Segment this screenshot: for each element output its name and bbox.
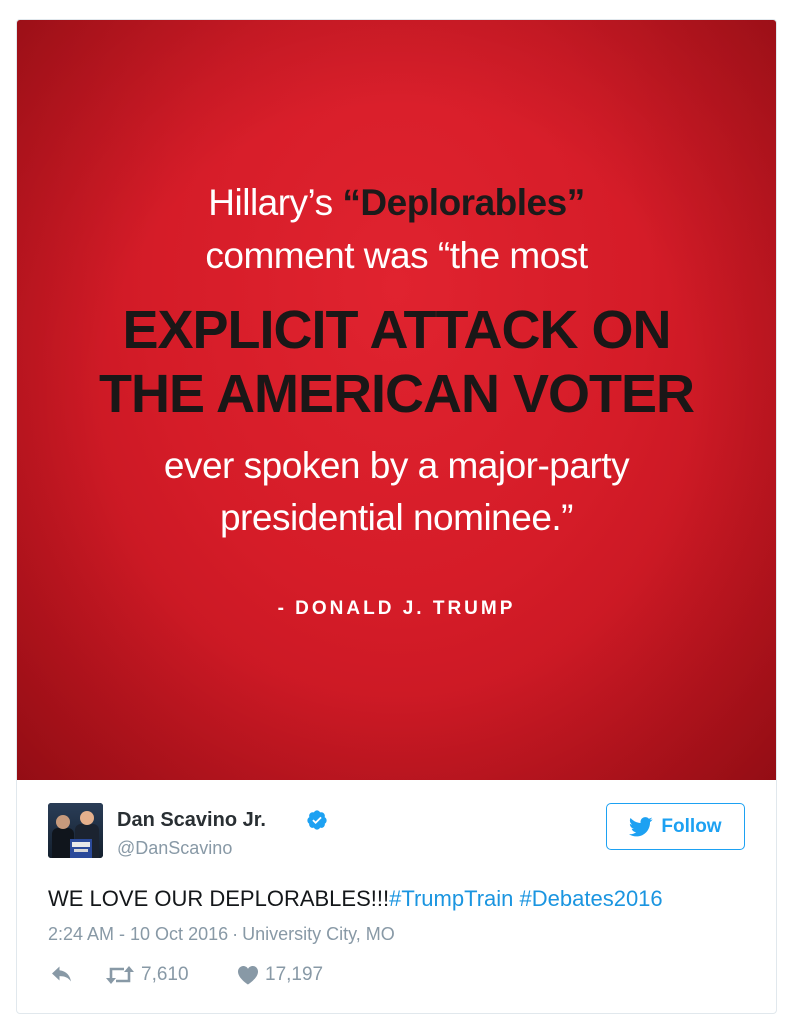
tweet-meta: 2:24 AM - 10 Oct 2016 · University City, M… xyxy=(48,924,395,945)
location[interactable]: University City, MO xyxy=(242,924,395,944)
reply-button[interactable] xyxy=(50,964,74,984)
quote-line-5: ever spoken by a major-party xyxy=(163,445,630,486)
retweet-button[interactable]: 7,610 xyxy=(105,964,189,986)
like-count: 17,197 xyxy=(265,964,324,985)
follow-button[interactable]: Follow xyxy=(606,803,745,850)
reply-icon xyxy=(52,966,71,982)
timestamp[interactable]: 2:24 AM - 10 Oct 2016 xyxy=(48,924,228,944)
meta-separator: · xyxy=(232,924,239,944)
avatar[interactable] xyxy=(48,803,103,858)
quote-attribution: - DONALD J. TRUMP xyxy=(277,598,516,619)
tweet-card: Hillary’s “Deplorables” comment was “the… xyxy=(16,19,777,1014)
like-button[interactable]: 17,197 xyxy=(237,964,323,986)
retweet-icon xyxy=(106,966,134,984)
quote-line-4: THE AMERICAN VOTER xyxy=(98,364,695,424)
handle[interactable]: @DanScavino xyxy=(117,838,232,859)
display-name[interactable]: Dan Scavino Jr. xyxy=(117,809,266,832)
twitter-bird-icon xyxy=(629,816,654,836)
quote-image[interactable]: Hillary’s “Deplorables” comment was “the… xyxy=(17,20,776,780)
quote-line-3: EXPLICIT ATTACK ON xyxy=(122,300,672,360)
verified-badge-icon xyxy=(307,810,327,830)
hashtag-trumptrain[interactable]: #TrumpTrain xyxy=(389,886,513,911)
tweet-text: WE LOVE OUR DEPLORABLES!!!#TrumpTrain #D… xyxy=(48,886,663,911)
quote-line-1: Hillary’s “Deplorables” xyxy=(208,182,585,223)
quote-line-6: presidential nominee.” xyxy=(219,497,574,538)
retweet-count: 7,610 xyxy=(141,964,189,985)
hashtag-debates2016[interactable]: #Debates2016 xyxy=(520,886,663,911)
follow-label: Follow xyxy=(661,815,722,837)
heart-icon xyxy=(238,966,258,985)
quote-line-2: comment was “the most xyxy=(205,235,588,276)
